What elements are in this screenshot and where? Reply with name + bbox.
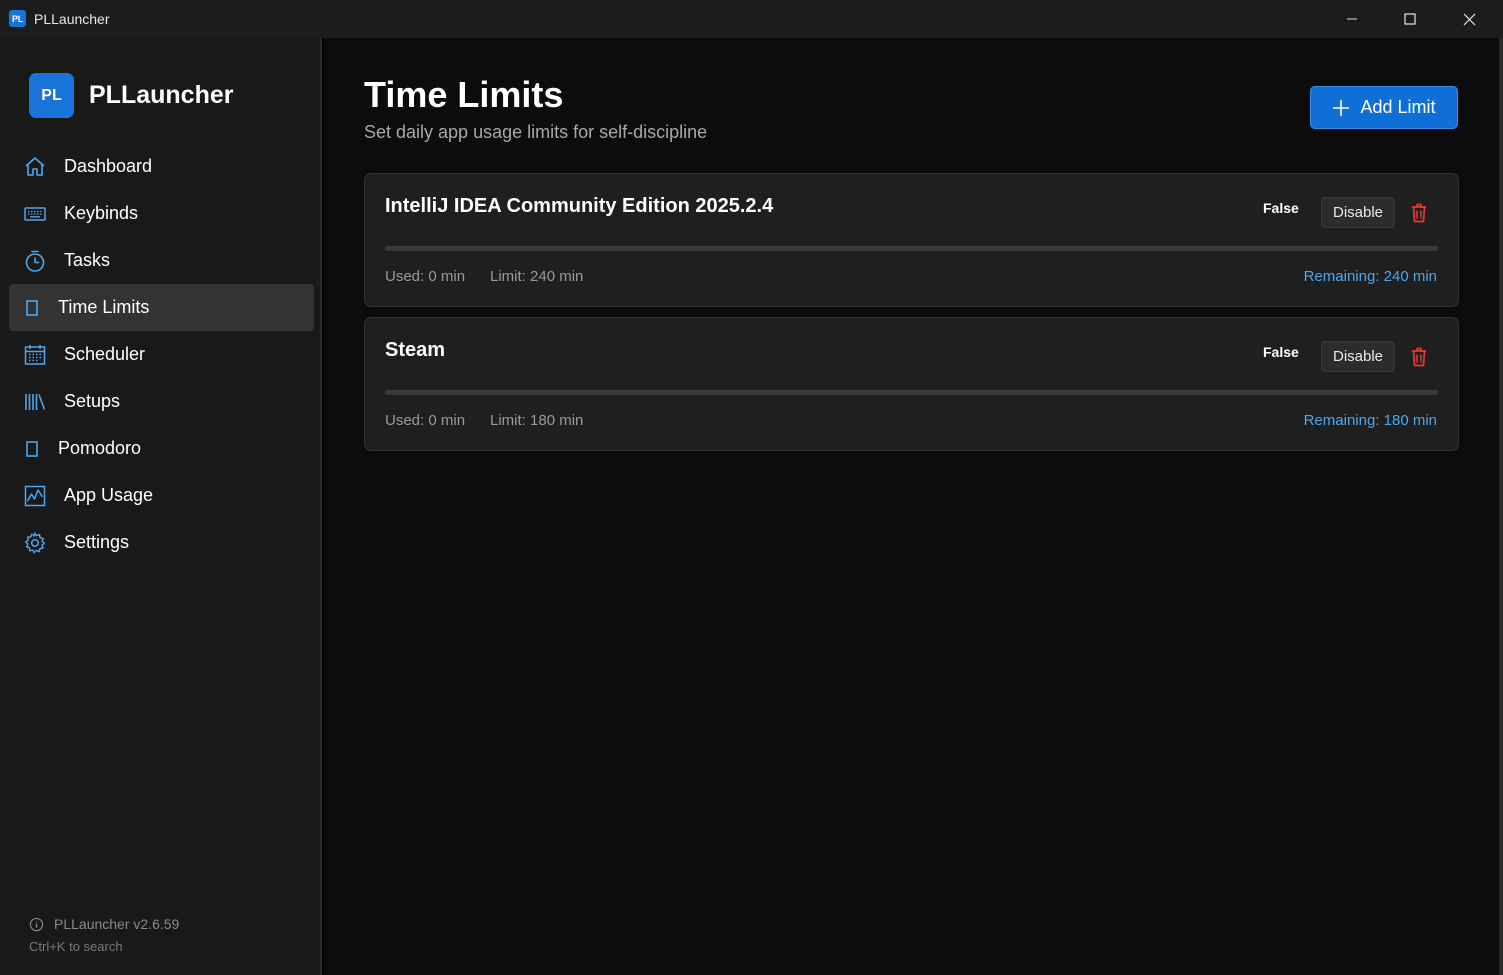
- brand-logo: PL: [29, 73, 74, 118]
- delete-button[interactable]: [1409, 202, 1429, 224]
- add-limit-button[interactable]: Add Limit: [1310, 86, 1458, 129]
- page-title: Time Limits: [364, 74, 564, 115]
- sidebar-item-label: Settings: [64, 532, 130, 552]
- sidebar-item-label: Pomodoro: [58, 438, 142, 458]
- sidebar-item-app-usage[interactable]: App Usage: [9, 472, 314, 519]
- maximize-button[interactable]: [1381, 0, 1439, 38]
- keyboard-icon: [23, 202, 47, 226]
- version-info: PLLauncher v2.6.59: [29, 916, 179, 932]
- window-edge: [1499, 38, 1503, 975]
- window-title: PLLauncher: [34, 11, 110, 27]
- limit-minutes: Limit: 180 min: [490, 412, 584, 429]
- app-icon: PL: [9, 10, 26, 27]
- limit-state: False: [1263, 344, 1299, 360]
- close-button[interactable]: [1440, 0, 1498, 38]
- brand-name: PLLauncher: [89, 81, 234, 109]
- limit-state: False: [1263, 200, 1299, 216]
- used-minutes: Used: 0 min: [385, 412, 466, 429]
- calendar-icon: [23, 343, 47, 367]
- delete-button[interactable]: [1409, 346, 1429, 368]
- gear-icon: [23, 531, 47, 555]
- sidebar-footer: PLLauncher v2.6.59 Ctrl+K to search: [29, 916, 179, 954]
- sidebar-item-pomodoro[interactable]: Pomodoro: [9, 425, 314, 472]
- limit-app-name: Steam: [385, 339, 446, 361]
- sidebar-item-settings[interactable]: Settings: [9, 519, 314, 566]
- rectangle-icon: [25, 437, 39, 461]
- page-subtitle: Set daily app usage limits for self-disc…: [364, 122, 708, 142]
- library-icon: [23, 390, 47, 414]
- plus-icon: [1333, 99, 1350, 116]
- timer-icon: [23, 249, 47, 273]
- used-minutes: Used: 0 min: [385, 268, 466, 285]
- sidebar-item-keybinds[interactable]: Keybinds: [9, 190, 314, 237]
- remaining-minutes: Remaining: 240 min: [1303, 268, 1437, 285]
- usage-progress-bar: [385, 246, 1438, 251]
- minimize-button[interactable]: [1323, 0, 1381, 38]
- title-bar: PL PLLauncher: [0, 0, 1503, 38]
- sidebar-item-label: Tasks: [64, 250, 111, 270]
- sidebar-item-dashboard[interactable]: Dashboard: [9, 143, 314, 190]
- version-label: PLLauncher v2.6.59: [54, 916, 180, 932]
- sidebar-item-label: Dashboard: [64, 156, 153, 176]
- remaining-minutes: Remaining: 180 min: [1303, 412, 1437, 429]
- brand: PL PLLauncher: [29, 73, 233, 118]
- limit-minutes: Limit: 240 min: [490, 268, 584, 285]
- limit-app-name: IntelliJ IDEA Community Edition 2025.2.4: [385, 195, 774, 217]
- sidebar-item-tasks[interactable]: Tasks: [9, 237, 314, 284]
- minimize-icon: [1347, 18, 1357, 20]
- sidebar-item-time-limits[interactable]: Time Limits: [9, 284, 314, 331]
- sidebar-item-setups[interactable]: Setups: [9, 378, 314, 425]
- disable-button[interactable]: Disable: [1321, 341, 1395, 372]
- rectangle-icon: [25, 296, 39, 320]
- sidebar-item-label: Time Limits: [58, 297, 150, 317]
- limit-card: IntelliJ IDEA Community Edition 2025.2.4…: [364, 173, 1459, 307]
- disable-button[interactable]: Disable: [1321, 197, 1395, 228]
- sidebar-item-scheduler[interactable]: Scheduler: [9, 331, 314, 378]
- chart-icon: [23, 484, 47, 508]
- trash-icon: [1412, 203, 1426, 223]
- sidebar-item-label: Setups: [64, 391, 121, 411]
- home-icon: [23, 155, 47, 179]
- search-hint: Ctrl+K to search: [29, 939, 123, 954]
- usage-progress-bar: [385, 390, 1438, 395]
- info-icon: [29, 917, 44, 931]
- sidebar-item-label: Keybinds: [64, 203, 139, 223]
- add-limit-label: Add Limit: [1360, 97, 1436, 117]
- sidebar-item-label: App Usage: [64, 485, 154, 505]
- sidebar: PL PLLauncher Dashboard Keybinds Tasks T…: [0, 38, 322, 975]
- sidebar-item-label: Scheduler: [64, 344, 146, 364]
- close-icon: [1463, 13, 1475, 25]
- maximize-icon: [1404, 13, 1416, 25]
- trash-icon: [1412, 347, 1426, 367]
- main-content: Time Limits Set daily app usage limits f…: [324, 38, 1499, 975]
- sidebar-nav: Dashboard Keybinds Tasks Time Limits Sch…: [9, 143, 314, 566]
- limit-card: Steam False Disable Used: 0 min Limit: 1…: [364, 317, 1459, 451]
